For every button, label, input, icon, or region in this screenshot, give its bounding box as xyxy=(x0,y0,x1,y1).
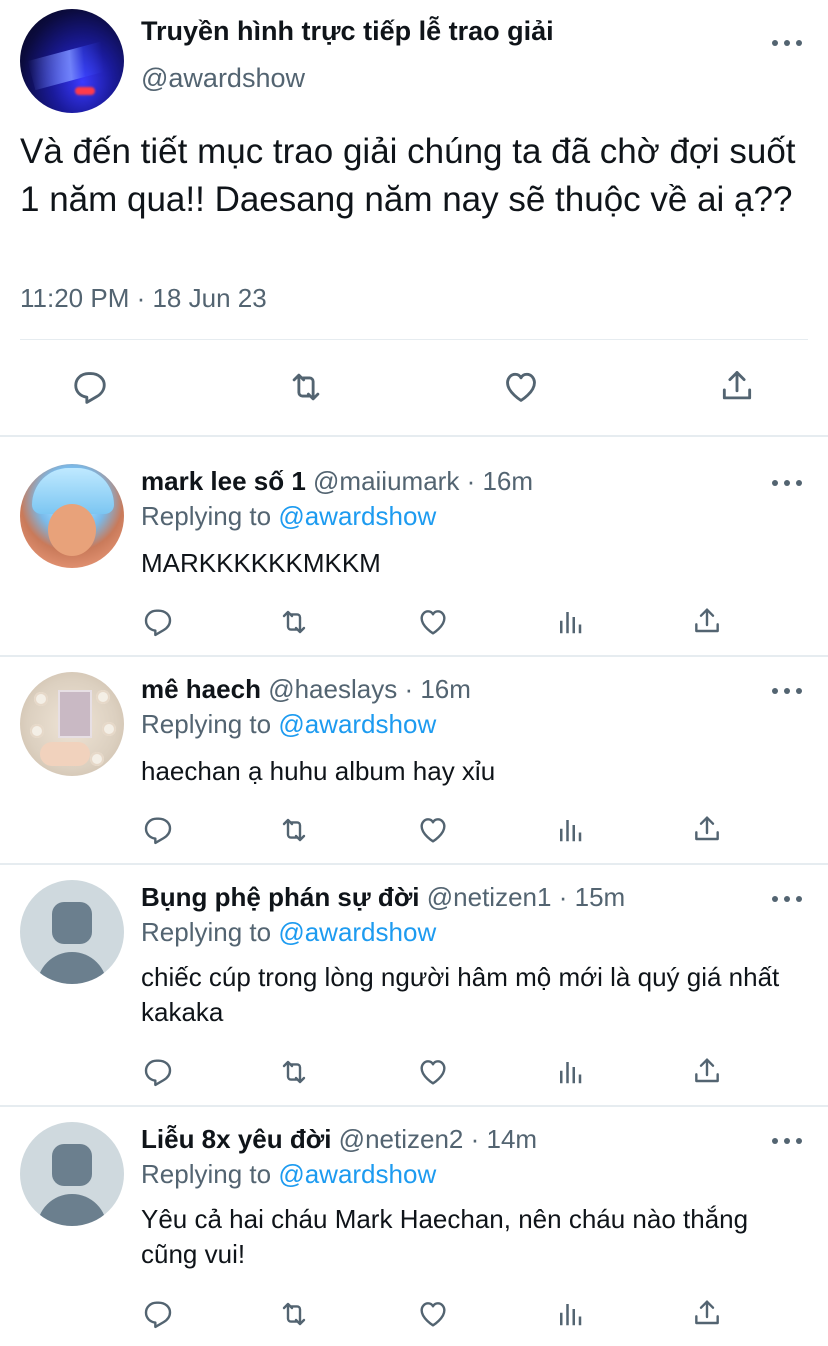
avatar-hand xyxy=(40,742,90,766)
photocard xyxy=(58,690,92,738)
analytics-icon[interactable] xyxy=(555,1298,585,1330)
analytics-icon[interactable] xyxy=(555,606,585,638)
avatar[interactable] xyxy=(20,672,124,776)
reply-text: Yêu cả hai cháu Mark Haechan, nên cháu n… xyxy=(141,1204,749,1269)
reply-display-name[interactable]: mê haech xyxy=(141,674,261,704)
reply-icon[interactable] xyxy=(71,368,109,406)
more-icon[interactable] xyxy=(772,38,802,48)
reply-text: chiếc cúp trong lòng người hâm mộ mới là… xyxy=(141,962,780,1027)
reply-tweet[interactable]: mê haech @haeslays · 16m Replying to @aw… xyxy=(0,656,828,864)
reply-text: MARKKKKKKMKKM xyxy=(141,548,381,578)
reply-icon[interactable] xyxy=(141,814,175,846)
like-icon[interactable] xyxy=(416,606,450,638)
reply-display-name[interactable]: Bụng phệ phán sự đời xyxy=(141,882,420,912)
replying-to-line: Replying to @awardshow xyxy=(141,917,436,948)
reply-time[interactable]: 16m xyxy=(420,674,471,704)
avatar-decoration xyxy=(30,724,44,738)
more-icon[interactable] xyxy=(772,1136,802,1146)
author-display-name[interactable]: Truyền hình trực tiếp lễ trao giải xyxy=(141,16,554,47)
more-icon[interactable] xyxy=(772,478,802,488)
replying-to-link[interactable]: @awardshow xyxy=(278,917,436,947)
replying-to-link[interactable]: @awardshow xyxy=(278,501,436,531)
separator: · xyxy=(404,674,414,704)
reply-icon[interactable] xyxy=(141,606,175,638)
tweet-text: Và đến tiết mục trao giải chúng ta đã ch… xyxy=(20,132,796,219)
reply-handle[interactable]: @maiiumark xyxy=(313,466,459,496)
like-icon[interactable] xyxy=(416,1298,450,1330)
retweet-icon[interactable] xyxy=(276,1056,312,1088)
reply-header: mê haech @haeslays · 16m xyxy=(141,674,471,705)
replying-to-label: Replying to xyxy=(141,501,272,531)
default-avatar-head xyxy=(52,1144,92,1186)
separator: · xyxy=(466,466,476,496)
replying-to-label: Replying to xyxy=(141,1159,272,1189)
more-icon[interactable] xyxy=(772,686,802,696)
stage-light-decoration xyxy=(27,37,123,91)
avatar-decoration xyxy=(102,722,116,736)
retweet-icon[interactable] xyxy=(276,1298,312,1330)
reply-header: mark lee số 1 @maiiumark · 16m xyxy=(141,466,533,497)
share-icon[interactable] xyxy=(691,1054,723,1088)
stage-light-decoration xyxy=(75,87,95,95)
replying-to-link[interactable]: @awardshow xyxy=(278,709,436,739)
avatar-decoration xyxy=(34,692,48,706)
reply-handle[interactable]: @haeslays xyxy=(268,674,397,704)
retweet-icon[interactable] xyxy=(285,368,327,406)
avatar[interactable] xyxy=(20,464,124,568)
replying-to-line: Replying to @awardshow xyxy=(141,1159,436,1190)
reply-handle[interactable]: @netizen1 xyxy=(427,882,552,912)
avatar-face xyxy=(48,504,96,556)
share-icon[interactable] xyxy=(691,604,723,638)
tweet-timestamp[interactable]: 11:20 PM · 18 Jun 23 xyxy=(20,283,267,314)
reply-tweet[interactable]: Bụng phệ phán sự đời @netizen1 · 15m Rep… xyxy=(0,864,828,1106)
separator: · xyxy=(558,882,568,912)
reply-time[interactable]: 15m xyxy=(575,882,626,912)
avatar-decoration xyxy=(90,752,104,766)
replying-to-line: Replying to @awardshow xyxy=(141,709,436,740)
like-icon[interactable] xyxy=(416,814,450,846)
author-handle[interactable]: @awardshow xyxy=(141,63,305,94)
default-avatar-head xyxy=(52,902,92,944)
reply-header: Liễu 8x yêu đời @netizen2 · 14m xyxy=(141,1124,537,1155)
like-icon[interactable] xyxy=(416,1056,450,1088)
avatar[interactable] xyxy=(20,1122,124,1226)
separator: · xyxy=(470,1124,480,1154)
retweet-icon[interactable] xyxy=(276,814,312,846)
default-avatar-body xyxy=(37,952,107,984)
reply-icon[interactable] xyxy=(141,1056,175,1088)
reply-tweet[interactable]: Liễu 8x yêu đời @netizen2 · 14m Replying… xyxy=(0,1106,828,1346)
reply-tweet[interactable]: mark lee số 1 @maiiumark · 16m Replying … xyxy=(0,436,828,656)
more-icon[interactable] xyxy=(772,894,802,904)
reply-icon[interactable] xyxy=(141,1298,175,1330)
divider xyxy=(20,339,808,340)
default-avatar-body xyxy=(37,1194,107,1226)
reply-time[interactable]: 14m xyxy=(487,1124,538,1154)
reply-header: Bụng phệ phán sự đời @netizen1 · 15m xyxy=(141,882,625,913)
retweet-icon[interactable] xyxy=(276,606,312,638)
reply-time[interactable]: 16m xyxy=(482,466,533,496)
replying-to-label: Replying to xyxy=(141,709,272,739)
avatar[interactable] xyxy=(20,9,124,113)
reply-text: haechan ạ huhu album hay xỉu xyxy=(141,756,496,786)
share-icon[interactable] xyxy=(691,1296,723,1330)
reply-handle[interactable]: @netizen2 xyxy=(339,1124,464,1154)
like-icon[interactable] xyxy=(502,368,540,406)
reply-display-name[interactable]: mark lee số 1 xyxy=(141,466,306,496)
avatar-decoration xyxy=(96,690,110,704)
avatar[interactable] xyxy=(20,880,124,984)
replying-to-line: Replying to @awardshow xyxy=(141,501,436,532)
replying-to-label: Replying to xyxy=(141,917,272,947)
share-icon[interactable] xyxy=(718,366,756,406)
analytics-icon[interactable] xyxy=(555,814,585,846)
replying-to-link[interactable]: @awardshow xyxy=(278,1159,436,1189)
analytics-icon[interactable] xyxy=(555,1056,585,1088)
main-tweet: Truyền hình trực tiếp lễ trao giải @awar… xyxy=(0,0,828,436)
share-icon[interactable] xyxy=(691,812,723,846)
reply-display-name[interactable]: Liễu 8x yêu đời xyxy=(141,1124,331,1154)
